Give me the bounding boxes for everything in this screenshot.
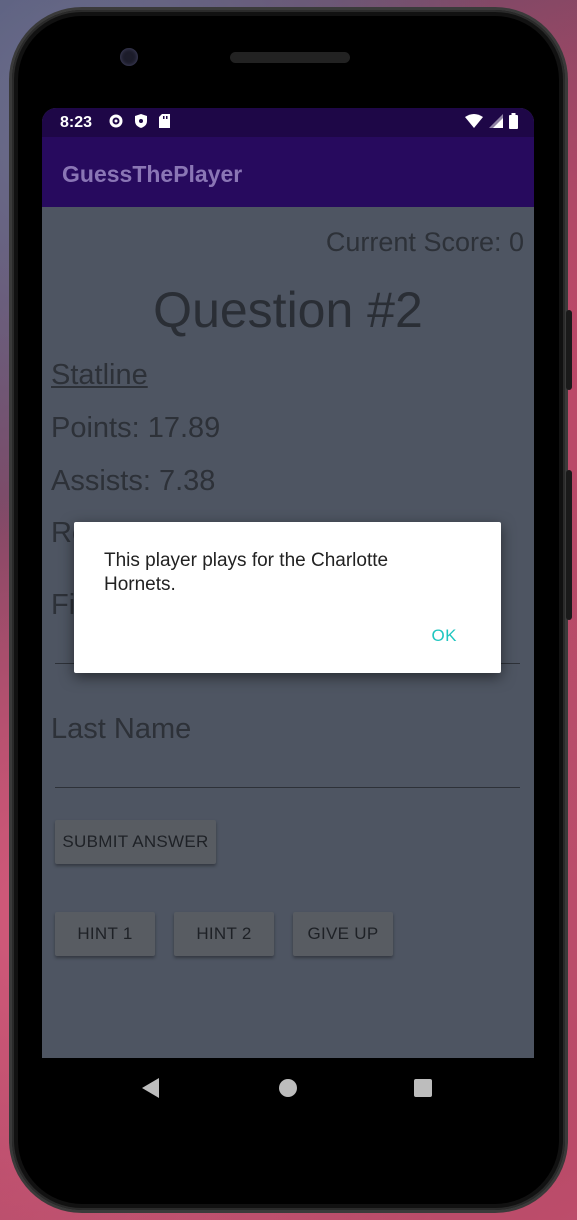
status-time: 8:23 <box>60 114 93 131</box>
home-icon[interactable] <box>279 1079 297 1097</box>
app-title: GuessThePlayer <box>62 161 243 187</box>
battery-icon <box>509 113 518 129</box>
last-name-field[interactable]: Last Name <box>51 713 191 746</box>
hint-dialog: This player plays for the Charlotte Horn… <box>74 522 501 673</box>
hint-1-button[interactable]: HINT 1 <box>55 912 155 956</box>
status-left-icons <box>108 113 171 129</box>
dialog-message: This player plays for the Charlotte Horn… <box>104 550 389 595</box>
assists-stat: Assists: 7.38 <box>51 465 216 497</box>
app-bar: GuessThePlayer <box>42 137 534 207</box>
back-icon[interactable] <box>142 1078 159 1098</box>
hint-2-button[interactable]: HINT 2 <box>174 912 274 956</box>
navigation-bar <box>42 1058 534 1118</box>
give-up-button[interactable]: GIVE UP <box>293 912 393 956</box>
current-score: Current Score: 0 <box>325 227 524 257</box>
recent-apps-icon[interactable] <box>414 1079 432 1097</box>
settings-icon <box>109 114 123 128</box>
sd-card-icon <box>159 114 170 128</box>
points-stat: Points: 17.89 <box>51 412 221 444</box>
last-name-underline <box>55 787 520 788</box>
submit-answer-button[interactable]: SUBMIT ANSWER <box>55 820 216 864</box>
status-bar: 8:23 <box>42 108 534 137</box>
dialog-ok-button[interactable]: OK <box>431 626 457 646</box>
shield-icon <box>135 114 147 128</box>
earpiece-speaker <box>230 52 350 63</box>
status-right-icons <box>465 113 518 129</box>
question-title: Question #2 <box>153 282 423 338</box>
volume-button <box>566 470 572 620</box>
front-camera <box>120 48 138 66</box>
power-button <box>566 310 572 390</box>
signal-icon <box>489 114 503 128</box>
wifi-icon <box>465 114 483 128</box>
first-name-field[interactable]: Fi <box>51 589 75 622</box>
statline-heading: Statline <box>51 359 148 391</box>
